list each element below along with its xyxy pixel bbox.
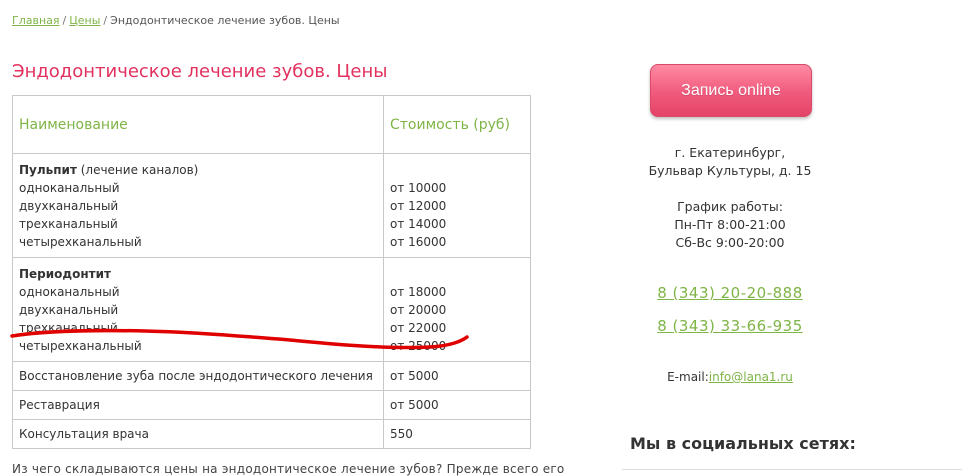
sidebar-divider bbox=[622, 469, 962, 470]
table-row-pulpitis: Пульпит (лечение каналов) одноканальный … bbox=[12, 153, 531, 258]
periodontitis-names: Периодонтит одноканальный двухканальный … bbox=[12, 257, 384, 362]
phone-link-1[interactable]: 8 (343) 20-20-888 bbox=[630, 284, 830, 302]
table-row-periodontitis: Периодонтит одноканальный двухканальный … bbox=[12, 257, 531, 362]
service-name: Реставрация bbox=[12, 390, 384, 420]
service-price: от 5000 bbox=[383, 361, 531, 391]
pulpitis-item-price: от 16000 bbox=[390, 235, 447, 249]
service-name: Консультация врача bbox=[12, 419, 384, 449]
periodontitis-item-price: от 18000 bbox=[390, 285, 447, 299]
pulpitis-item-name: трехканальный bbox=[19, 217, 118, 231]
intro-paragraph: Из чего складываются цены на эндодонтиче… bbox=[12, 462, 565, 476]
breadcrumb-separator: / bbox=[62, 14, 67, 27]
email-label: E-mail: bbox=[667, 370, 709, 384]
schedule-title: График работы: bbox=[677, 199, 783, 214]
periodontitis-item-name: одноканальный bbox=[19, 285, 120, 299]
page-title: Эндодонтическое лечение зубов. Цены bbox=[12, 61, 388, 82]
periodontitis-title: Периодонтит bbox=[19, 267, 111, 281]
pulpitis-item-name: двухканальный bbox=[19, 199, 119, 213]
pulpitis-item-price: от 10000 bbox=[390, 181, 447, 195]
periodontitis-item-name: трехканальный bbox=[19, 321, 118, 335]
periodontitis-heading: Периодонтит bbox=[19, 265, 377, 283]
table-row: Консультация врача 550 bbox=[12, 419, 531, 449]
sidebar: Запись online г. Екатеринбург, Бульвар К… bbox=[600, 0, 970, 473]
pulpitis-heading: Пульпит (лечение каналов) bbox=[19, 161, 377, 179]
email-block: E-mail:info@lana1.ru bbox=[630, 370, 830, 384]
online-booking-button[interactable]: Запись online bbox=[650, 64, 812, 117]
schedule-weekend: Сб-Вс 9:00-20:00 bbox=[675, 235, 785, 250]
pulpitis-subtitle: (лечение каналов) bbox=[76, 163, 199, 177]
address-line: г. Екатеринбург, bbox=[674, 145, 786, 160]
schedule-weekdays: Пн-Пт 8:00-21:00 bbox=[674, 217, 786, 232]
table-header-row: Наименование Стоимость (руб) bbox=[12, 95, 531, 154]
column-header-price: Стоимость (руб) bbox=[383, 95, 531, 154]
service-price: от 5000 bbox=[383, 390, 531, 420]
breadcrumb: Главная / Цены / Эндодонтическое лечение зуб… bbox=[12, 14, 340, 27]
phone-link-2[interactable]: 8 (343) 33-66-935 bbox=[630, 317, 830, 335]
periodontitis-item-name: двухканальный bbox=[19, 303, 119, 317]
email-link[interactable]: info@lana1.ru bbox=[709, 370, 793, 384]
column-header-name: Наименование bbox=[12, 95, 384, 154]
social-networks-heading: Мы в социальных сетях: bbox=[630, 434, 856, 453]
clinic-address: г. Екатеринбург, Бульвар Культуры, д. 15 bbox=[630, 144, 830, 180]
pulpitis-names: Пульпит (лечение каналов) одноканальный … bbox=[12, 153, 384, 258]
periodontitis-item-price: от 25000 bbox=[390, 339, 447, 353]
price-table: Наименование Стоимость (руб) Пульпит (ле… bbox=[12, 95, 531, 449]
periodontitis-item-price: от 22000 bbox=[390, 321, 447, 335]
breadcrumb-separator: / bbox=[103, 14, 108, 27]
table-row: Реставрация от 5000 bbox=[12, 390, 531, 420]
address-line: Бульвар Культуры, д. 15 bbox=[648, 163, 812, 178]
work-schedule: График работы: Пн-Пт 8:00-21:00 Сб-Вс 9:… bbox=[630, 198, 830, 252]
breadcrumb-prices-link[interactable]: Цены bbox=[69, 14, 100, 27]
breadcrumb-current: Эндодонтическое лечение зубов. Цены bbox=[110, 14, 340, 27]
breadcrumb-home-link[interactable]: Главная bbox=[12, 14, 60, 27]
periodontitis-item-price: от 20000 bbox=[390, 303, 447, 317]
service-name: Восстановление зуба после эндодонтическо… bbox=[12, 361, 384, 391]
pulpitis-item-price: от 14000 bbox=[390, 217, 447, 231]
periodontitis-item-name: четырехканальный bbox=[19, 339, 142, 353]
table-row: Восстановление зуба после эндодонтическо… bbox=[12, 361, 531, 391]
service-price: 550 bbox=[383, 419, 531, 449]
pulpitis-item-price: от 12000 bbox=[390, 199, 447, 213]
pulpitis-item-name: четырехканальный bbox=[19, 235, 142, 249]
pulpitis-title: Пульпит bbox=[19, 163, 77, 177]
periodontitis-prices: от 18000 от 20000 от 22000 от 25000 bbox=[383, 257, 531, 362]
pulpitis-prices: от 10000 от 12000 от 14000 от 16000 bbox=[383, 153, 531, 258]
pulpitis-item-name: одноканальный bbox=[19, 181, 120, 195]
